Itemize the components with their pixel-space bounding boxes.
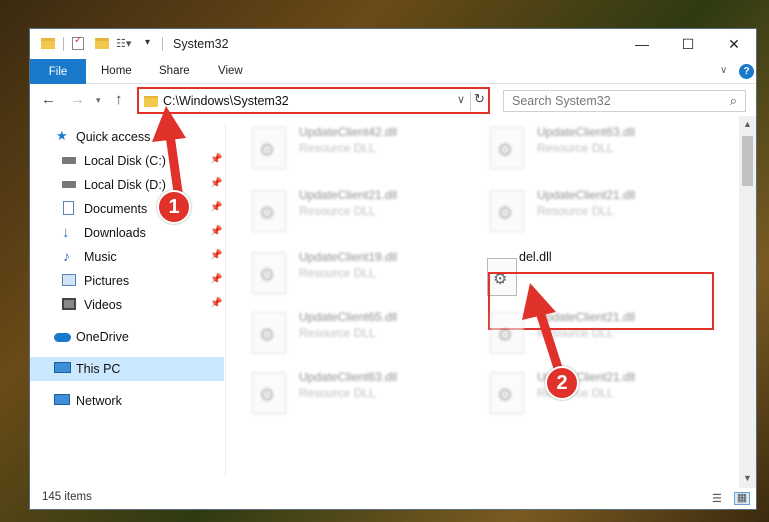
callout-1: 1 [157,190,191,224]
callout-2: 2 [545,366,579,400]
annotation-overlay [152,106,563,373]
arrow-2 [522,283,563,373]
arrow-1 [152,106,186,197]
